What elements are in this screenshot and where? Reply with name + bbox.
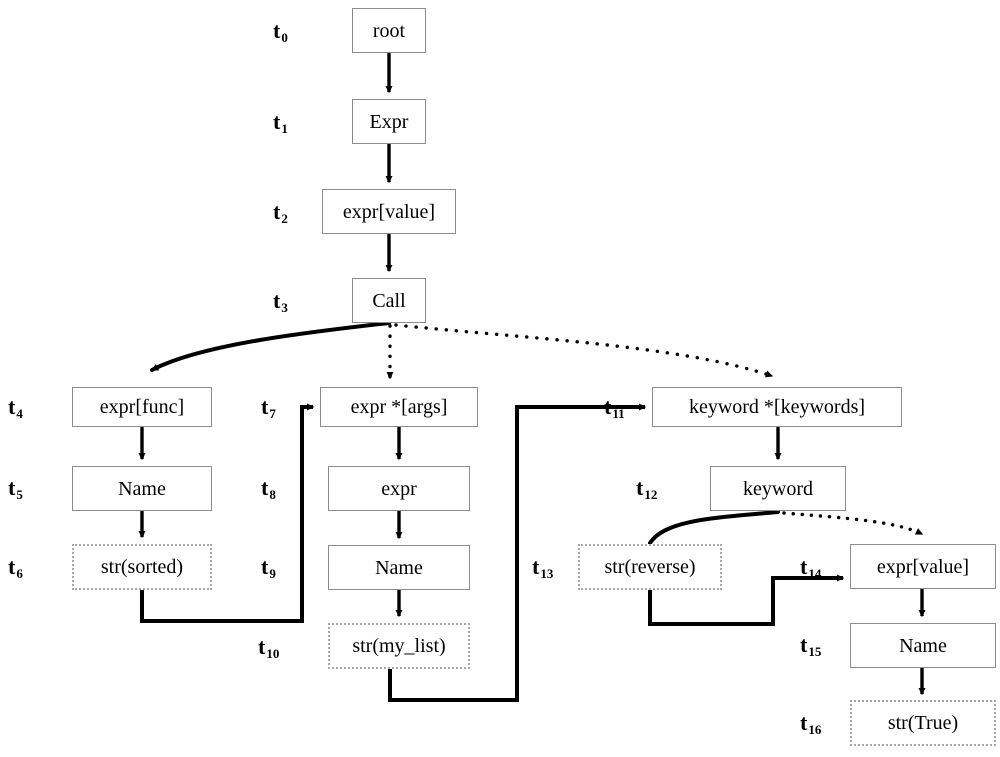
- step-label-t12-base: t: [636, 475, 644, 500]
- step-label-t2: t2: [273, 199, 288, 226]
- node-expr-value-label: expr[value]: [342, 200, 436, 223]
- step-label-t9-base: t: [261, 554, 269, 579]
- step-label-t3: t3: [273, 288, 288, 315]
- node-expr-value-2[interactable]: expr[value]: [850, 544, 996, 589]
- step-label-t2-index: 2: [281, 211, 288, 226]
- step-label-t11: t11: [604, 394, 625, 421]
- node-expr-value[interactable]: expr[value]: [322, 189, 456, 234]
- node-name-func[interactable]: Name: [72, 466, 212, 511]
- step-label-t1: t1: [273, 109, 288, 136]
- node-keyword[interactable]: keyword: [710, 466, 846, 511]
- edge-keyword-to-strreverse: [648, 510, 780, 545]
- step-label-t5-index: 5: [16, 487, 23, 502]
- step-label-t4-index: 4: [16, 406, 23, 421]
- node-keyword-list-label: keyword *[keywords]: [688, 396, 866, 418]
- diagram-canvas: root Expr expr[value] Call expr[func] Na…: [0, 0, 1000, 757]
- step-label-t4: t4: [8, 394, 23, 421]
- node-expr-arg-label: expr: [381, 477, 417, 500]
- step-label-t16-index: 16: [808, 722, 822, 737]
- step-label-t0: t0: [273, 18, 288, 45]
- node-str-sorted-label: str(sorted): [100, 556, 184, 578]
- node-expr-stmt[interactable]: Expr: [352, 99, 426, 144]
- node-keyword-list[interactable]: keyword *[keywords]: [652, 387, 902, 427]
- step-label-t4-base: t: [8, 394, 16, 419]
- node-name-func-label: Name: [118, 477, 166, 500]
- node-root[interactable]: root: [352, 8, 426, 53]
- step-label-t0-index: 0: [281, 30, 288, 45]
- node-keyword-label: keyword: [743, 477, 813, 500]
- step-label-t1-base: t: [273, 109, 281, 134]
- node-expr-stmt-label: Expr: [369, 110, 409, 133]
- node-name-keyword-label: Name: [899, 634, 947, 657]
- step-label-t15: t15: [800, 632, 822, 659]
- node-str-reverse-label: str(reverse): [604, 556, 696, 578]
- node-expr-func[interactable]: expr[func]: [72, 387, 212, 427]
- step-label-t2-base: t: [273, 199, 281, 224]
- step-label-t11-index: 11: [612, 406, 625, 421]
- step-label-t12: t12: [636, 475, 658, 502]
- step-label-t13-base: t: [532, 554, 540, 579]
- step-label-t16: t16: [800, 710, 822, 737]
- step-label-t6: t6: [8, 554, 23, 581]
- step-label-t14: t14: [800, 554, 822, 581]
- step-label-t3-index: 3: [281, 300, 288, 315]
- step-label-t1-index: 1: [281, 121, 288, 136]
- step-label-t3-base: t: [273, 288, 281, 313]
- step-label-t7-base: t: [261, 394, 269, 419]
- step-label-t15-index: 15: [808, 644, 822, 659]
- step-label-t14-index: 14: [808, 566, 822, 581]
- node-expr-args[interactable]: expr *[args]: [320, 387, 478, 427]
- step-label-t6-index: 6: [16, 566, 23, 581]
- step-label-t10-index: 10: [266, 646, 280, 661]
- edge-keyword-to-exprvalue2: [782, 511, 924, 536]
- node-expr-args-label: expr *[args]: [350, 396, 448, 418]
- node-call[interactable]: Call: [352, 278, 426, 323]
- node-str-mylist[interactable]: str(my_list): [328, 623, 470, 669]
- step-label-t8-index: 8: [269, 487, 276, 502]
- edge-call-to-exprfunc: [150, 321, 391, 372]
- step-label-t6-base: t: [8, 554, 16, 579]
- step-label-t7: t7: [261, 394, 276, 421]
- step-label-t13-index: 13: [540, 566, 554, 581]
- step-label-t13: t13: [532, 554, 554, 581]
- step-label-t5-base: t: [8, 475, 16, 500]
- node-str-sorted[interactable]: str(sorted): [72, 544, 212, 590]
- node-str-mylist-label: str(my_list): [352, 635, 446, 657]
- edge-call-to-keywordlist: [394, 323, 774, 378]
- step-label-t15-base: t: [800, 632, 808, 657]
- node-root-label: root: [372, 19, 406, 42]
- node-expr-arg[interactable]: expr: [328, 466, 470, 511]
- step-label-t8-base: t: [261, 475, 269, 500]
- step-label-t10-base: t: [258, 634, 266, 659]
- node-str-true[interactable]: str(True): [850, 700, 996, 746]
- step-label-t8: t8: [261, 475, 276, 502]
- step-label-t9-index: 9: [269, 566, 276, 581]
- step-label-t7-index: 7: [269, 406, 276, 421]
- step-label-t0-base: t: [273, 18, 281, 43]
- step-label-t11-base: t: [604, 394, 612, 419]
- node-str-true-label: str(True): [887, 712, 959, 734]
- node-name-arg[interactable]: Name: [328, 545, 470, 590]
- step-label-t10: t10: [258, 634, 280, 661]
- node-name-keyword[interactable]: Name: [850, 623, 996, 668]
- node-name-arg-label: Name: [375, 556, 423, 579]
- node-expr-value-2-label: expr[value]: [876, 555, 970, 578]
- step-label-t5: t5: [8, 475, 23, 502]
- step-label-t9: t9: [261, 554, 276, 581]
- node-str-reverse[interactable]: str(reverse): [578, 544, 722, 590]
- node-expr-func-label: expr[func]: [99, 396, 185, 418]
- step-label-t12-index: 12: [644, 487, 658, 502]
- step-label-t16-base: t: [800, 710, 808, 735]
- node-call-label: Call: [372, 289, 406, 312]
- step-label-t14-base: t: [800, 554, 808, 579]
